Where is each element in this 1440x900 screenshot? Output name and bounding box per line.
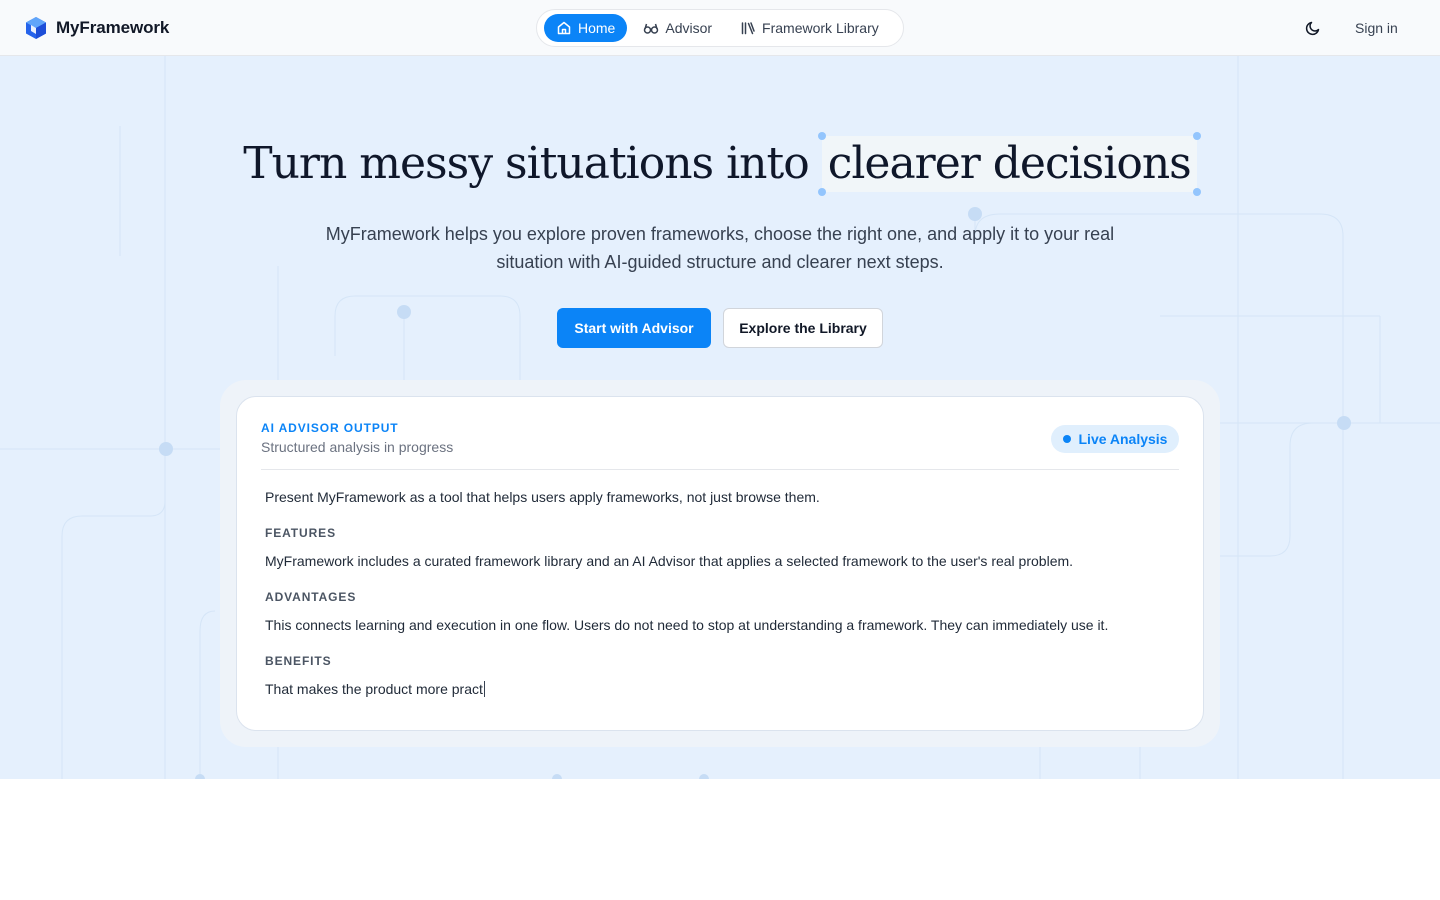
card-divider: [261, 469, 1179, 470]
brand-logo-link[interactable]: MyFramework: [25, 16, 169, 40]
start-with-advisor-button[interactable]: Start with Advisor: [557, 308, 711, 348]
nav-item-label: Framework Library: [762, 20, 879, 36]
section-text-features: MyFramework includes a curated framework…: [265, 553, 1074, 569]
section-label-benefits: BENEFITS: [265, 654, 332, 668]
nav-item-label: Home: [578, 20, 616, 36]
hero-subtitle: MyFramework helps you explore proven fra…: [325, 224, 1115, 272]
section-text-benefits-line: That makes the product more pract: [265, 679, 1165, 699]
selection-handle: [817, 188, 826, 196]
hero-headline: Turn messy situations into clearer decis…: [0, 132, 1440, 196]
advisor-preview-frame: AI ADVISOR OUTPUT Structured analysis in…: [220, 380, 1220, 747]
nav-item-framework-library[interactable]: Framework Library: [728, 14, 891, 42]
intro-text: Present MyFramework as a tool that helps…: [265, 489, 820, 505]
nav-item-home[interactable]: Home: [544, 14, 628, 42]
section-label-features: FEATURES: [265, 526, 336, 540]
section-text-advantages: This connects learning and execution in …: [265, 617, 1109, 633]
glasses-icon: [643, 20, 659, 36]
advisor-output-body: Present MyFramework as a tool that helps…: [265, 487, 1165, 699]
top-nav-bar: MyFramework Home Advisor Framework Libra…: [0, 0, 1440, 56]
nav-item-label: Advisor: [665, 20, 713, 36]
sign-in-button[interactable]: Sign in: [1344, 14, 1409, 42]
live-analysis-badge: Live Analysis: [1051, 425, 1179, 453]
nav-item-advisor[interactable]: Advisor: [631, 14, 724, 42]
main-navigation: Home Advisor Framework Library: [536, 9, 904, 47]
library-icon: [740, 20, 756, 36]
section-label-advantages: ADVANTAGES: [265, 590, 357, 604]
advisor-output-card: AI ADVISOR OUTPUT Structured analysis in…: [236, 396, 1204, 731]
moon-icon: [1305, 20, 1321, 36]
headline-prefix: Turn messy situations into: [243, 138, 809, 189]
selection-handle: [817, 132, 826, 140]
typing-caret: [483, 681, 485, 697]
headline-highlight: clearer decisions: [817, 132, 1201, 196]
home-icon: [556, 20, 572, 36]
explore-library-button[interactable]: Explore the Library: [723, 308, 883, 348]
badge-label: Live Analysis: [1078, 431, 1168, 447]
status-dot-icon: [1062, 435, 1071, 443]
cube-logo-icon: [25, 16, 47, 40]
headline-highlight-text: clearer decisions: [827, 138, 1192, 189]
selection-handle: [1192, 132, 1201, 140]
selection-handle: [1192, 188, 1201, 196]
section-text-benefits: That makes the product more pract: [265, 681, 483, 697]
brand-name: MyFramework: [56, 18, 170, 37]
card-subtitle: Structured analysis in progress: [261, 439, 454, 455]
card-eyebrow: AI ADVISOR OUTPUT: [261, 421, 399, 435]
hero-section: Turn messy situations into clearer decis…: [0, 56, 1440, 779]
theme-toggle-button[interactable]: [1302, 17, 1324, 39]
